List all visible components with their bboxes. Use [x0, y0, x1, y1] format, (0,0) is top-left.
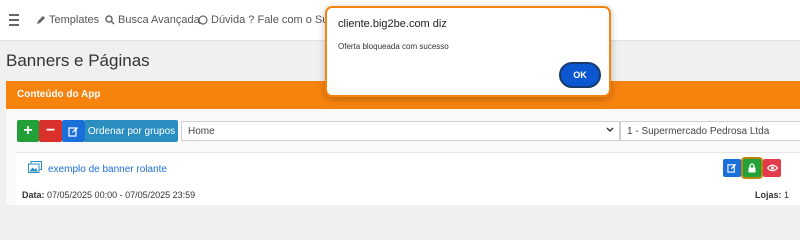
- view-banner-button[interactable]: [763, 159, 781, 177]
- page-select[interactable]: Home: [181, 121, 620, 141]
- whatsapp-icon: [198, 15, 208, 25]
- nav-templates[interactable]: Templates: [36, 14, 99, 26]
- lock-banner-button[interactable]: [741, 157, 763, 179]
- chevron-down-icon: [606, 127, 614, 132]
- edit-icon: [727, 163, 737, 173]
- banner-link[interactable]: exemplo de banner rolante: [48, 164, 167, 175]
- edit-banner-button[interactable]: [723, 159, 741, 177]
- ok-button[interactable]: OK: [559, 62, 601, 88]
- add-button[interactable]: +: [17, 120, 39, 142]
- edit-icon: [68, 126, 78, 137]
- order-by-groups-button[interactable]: Ordenar por grupos: [85, 120, 178, 142]
- lock-icon: [748, 163, 756, 173]
- dialog-title: cliente.big2be.com diz: [338, 18, 447, 30]
- pen-icon: [37, 16, 45, 24]
- store-select[interactable]: 1 - Supermercado Pedrosa Ltda: [620, 121, 800, 141]
- banner-stores: Lojas: 1: [754, 190, 789, 200]
- edit-button[interactable]: [62, 120, 85, 142]
- banner-date: Data: 07/05/2025 00:00 - 07/05/2025 23:5…: [22, 190, 196, 200]
- page-title: Banners e Páginas: [6, 51, 150, 70]
- remove-button[interactable]: −: [39, 120, 62, 142]
- eye-icon: [766, 164, 778, 172]
- banner-row: exemplo de banner rolante Data: 07/05/20…: [16, 152, 800, 205]
- alert-dialog: cliente.big2be.com diz Oferta bloqueada …: [325, 6, 611, 97]
- nav-busca-avancada[interactable]: Busca Avançada: [105, 14, 200, 26]
- image-icon: [28, 161, 42, 173]
- hamburger-menu-icon[interactable]: [9, 14, 19, 26]
- search-icon: [105, 15, 115, 25]
- dialog-message: Oferta bloqueada com sucesso: [338, 42, 449, 51]
